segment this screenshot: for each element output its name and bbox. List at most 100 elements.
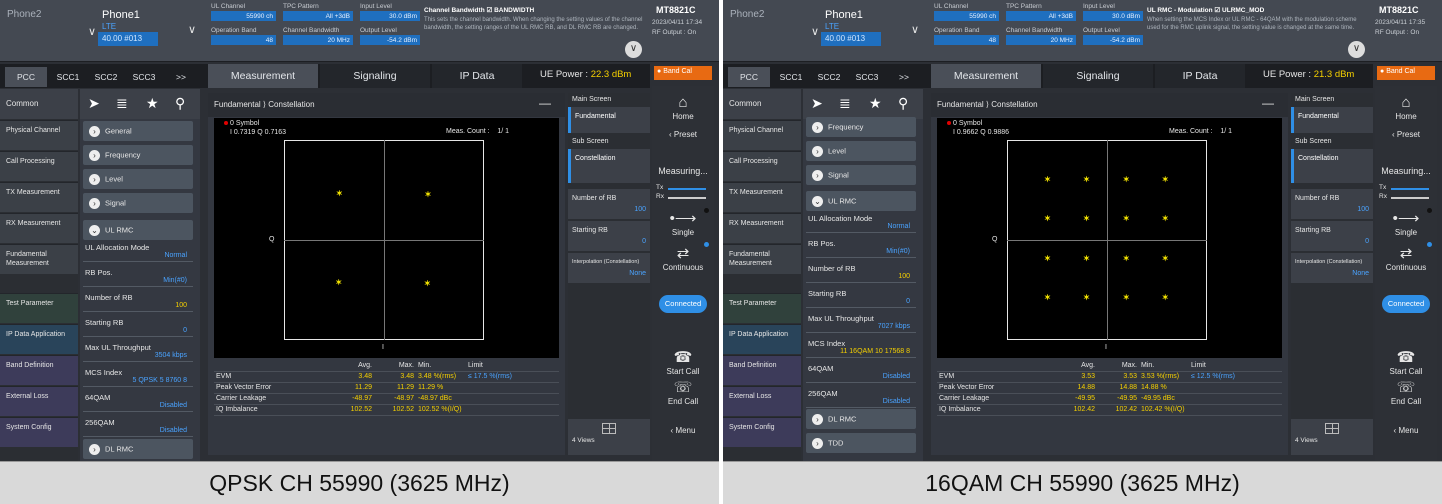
tab-signaling[interactable]: Signaling (320, 64, 430, 88)
forward-icon[interactable]: ➤ (811, 95, 823, 112)
home-button[interactable]: ⌂ Home (652, 94, 714, 121)
minimize-icon[interactable]: — (1262, 96, 1274, 110)
tab-scc2[interactable]: SCC2 (88, 67, 124, 87)
tab-measurement[interactable]: Measurement (931, 64, 1041, 88)
end-call-button[interactable]: ☏ End Call (1375, 378, 1437, 406)
nav-system-config[interactable]: System Config (0, 417, 78, 447)
nav-call-processing[interactable]: Call Processing (0, 151, 78, 181)
jump-icon[interactable]: ≣ (116, 95, 128, 112)
phone1-selector[interactable]: Phone1 LTE 40.00 #013 ∨ (95, 9, 205, 47)
op-band-value[interactable]: 48 (934, 35, 999, 45)
tab-ipdata[interactable]: IP Data (432, 64, 522, 88)
jump-icon[interactable]: ≣ (839, 95, 851, 112)
tab-scc3[interactable]: SCC3 (126, 67, 162, 87)
constellation-button[interactable]: Constellation (568, 149, 650, 183)
menu-button[interactable]: ‹ Menu (652, 426, 714, 435)
nav-rx-measurement[interactable]: RX Measurement (723, 213, 801, 243)
phone1-selector[interactable]: Phone1 LTE 40.00 #013 ∨ (818, 9, 928, 47)
nav-fundamental-measurement[interactable]: Fundamental Measurement (723, 244, 801, 274)
nav-call-processing[interactable]: Call Processing (723, 151, 801, 181)
nav-ip-data-application[interactable]: IP Data Application (723, 324, 801, 354)
input-level-value[interactable]: 30.0 dBm (1083, 11, 1143, 21)
group-signal[interactable]: › Signal (83, 193, 193, 213)
tab-more[interactable]: >> (889, 67, 919, 87)
search-icon[interactable]: ⚲ (898, 95, 908, 112)
interpolation-field[interactable]: Interpolation (Constellation) None (1291, 253, 1373, 283)
field-256qam[interactable]: 256QAM Disabled (806, 387, 916, 408)
nav-band-definition[interactable]: Band Definition (0, 355, 78, 385)
group-signal[interactable]: › Signal (806, 165, 916, 185)
fundamental-button[interactable]: Fundamental (568, 107, 650, 133)
field-rb-pos[interactable]: RB Pos. Min(#0) (83, 266, 193, 287)
group-level[interactable]: › Level (806, 141, 916, 161)
band-cal-badge[interactable]: ● Band Cal (654, 66, 712, 80)
tab-ipdata[interactable]: IP Data (1155, 64, 1245, 88)
search-icon[interactable]: ⚲ (175, 95, 185, 112)
constellation-button[interactable]: Constellation (1291, 149, 1373, 183)
home-button[interactable]: ⌂ Home (1375, 94, 1437, 121)
field-num-rb[interactable]: Number of RB 100 (806, 262, 916, 283)
tab-signaling[interactable]: Signaling (1043, 64, 1153, 88)
views-button[interactable]: 4 Views (1291, 419, 1373, 455)
group-frequency[interactable]: › Frequency (83, 145, 193, 165)
field-num-rb[interactable]: Number of RB 100 (83, 291, 193, 312)
tab-measurement[interactable]: Measurement (208, 64, 318, 88)
star-icon[interactable]: ★ (869, 95, 882, 112)
group-level[interactable]: › Level (83, 169, 193, 189)
tab-pcc[interactable]: PCC (728, 67, 770, 87)
group-ul-rmc[interactable]: ⌄ UL RMC (806, 191, 916, 211)
field-rb-pos[interactable]: RB Pos. Min(#0) (806, 237, 916, 258)
nav-physical-channel[interactable]: Physical Channel (0, 120, 78, 150)
group-dl-rmc[interactable]: › DL RMC (806, 409, 916, 429)
expand-help-icon[interactable]: ∨ (1348, 41, 1365, 58)
group-dl-rmc[interactable]: › DL RMC (83, 439, 193, 459)
forward-icon[interactable]: ➤ (88, 95, 100, 112)
nav-external-loss[interactable]: External Loss (723, 386, 801, 416)
phone2-label[interactable]: Phone2 (730, 9, 764, 20)
ch-bw-value[interactable]: 20 MHz (283, 35, 353, 45)
group-frequency[interactable]: › Frequency (806, 117, 916, 137)
menu-button[interactable]: ‹ Menu (1375, 426, 1437, 435)
tab-scc2[interactable]: SCC2 (811, 67, 847, 87)
ul-channel-value[interactable]: 55990 ch (934, 11, 999, 21)
field-64qam[interactable]: 64QAM Disabled (806, 362, 916, 383)
nav-tx-measurement[interactable]: TX Measurement (723, 182, 801, 212)
preset-button[interactable]: ‹ Preset (1375, 130, 1437, 139)
continuous-button[interactable]: ⇄ Continuous (1375, 244, 1437, 272)
nav-system-config[interactable]: System Config (723, 417, 801, 447)
group-general[interactable]: › General (83, 121, 193, 141)
nav-fundamental-measurement[interactable]: Fundamental Measurement (0, 244, 78, 274)
start-rb-field[interactable]: Starting RB 0 (1291, 221, 1373, 251)
op-band-value[interactable]: 48 (211, 35, 276, 45)
field-256qam[interactable]: 256QAM Disabled (83, 416, 193, 437)
band-cal-badge[interactable]: ● Band Cal (1377, 66, 1435, 80)
start-rb-field[interactable]: Starting RB 0 (568, 221, 650, 251)
tab-pcc[interactable]: PCC (5, 67, 47, 87)
num-rb-field[interactable]: Number of RB 100 (1291, 189, 1373, 219)
field-start-rb[interactable]: Starting RB 0 (83, 316, 193, 337)
end-call-button[interactable]: ☏ End Call (652, 378, 714, 406)
tab-more[interactable]: >> (166, 67, 196, 87)
nav-tx-measurement[interactable]: TX Measurement (0, 182, 78, 212)
field-ul-alloc[interactable]: UL Allocation Mode Normal (83, 241, 193, 262)
nav-rx-measurement[interactable]: RX Measurement (0, 213, 78, 243)
field-start-rb[interactable]: Starting RB 0 (806, 287, 916, 308)
tpc-value[interactable]: All +3dB (1006, 11, 1076, 21)
output-level-value[interactable]: -54.2 dBm (360, 35, 420, 45)
tab-scc1[interactable]: SCC1 (50, 67, 86, 87)
continuous-button[interactable]: ⇄ Continuous (652, 244, 714, 272)
nav-common[interactable]: Common (0, 89, 78, 119)
nav-external-loss[interactable]: External Loss (0, 386, 78, 416)
ul-channel-value[interactable]: 55990 ch (211, 11, 276, 21)
interpolation-field[interactable]: Interpolation (Constellation) None (568, 253, 650, 283)
group-tdd[interactable]: › TDD (806, 433, 916, 453)
phone2-label[interactable]: Phone2 (7, 9, 41, 20)
nav-physical-channel[interactable]: Physical Channel (723, 120, 801, 150)
preset-button[interactable]: ‹ Preset (652, 130, 714, 139)
field-mcs[interactable]: MCS Index 11 16QAM 10 17568 8 (806, 337, 916, 358)
nav-test-parameter[interactable]: Test Parameter (0, 293, 78, 323)
chevron-down-icon[interactable]: ∨ (188, 23, 196, 36)
tpc-value[interactable]: All +3dB (283, 11, 353, 21)
field-64qam[interactable]: 64QAM Disabled (83, 391, 193, 412)
views-button[interactable]: 4 Views (568, 419, 650, 455)
